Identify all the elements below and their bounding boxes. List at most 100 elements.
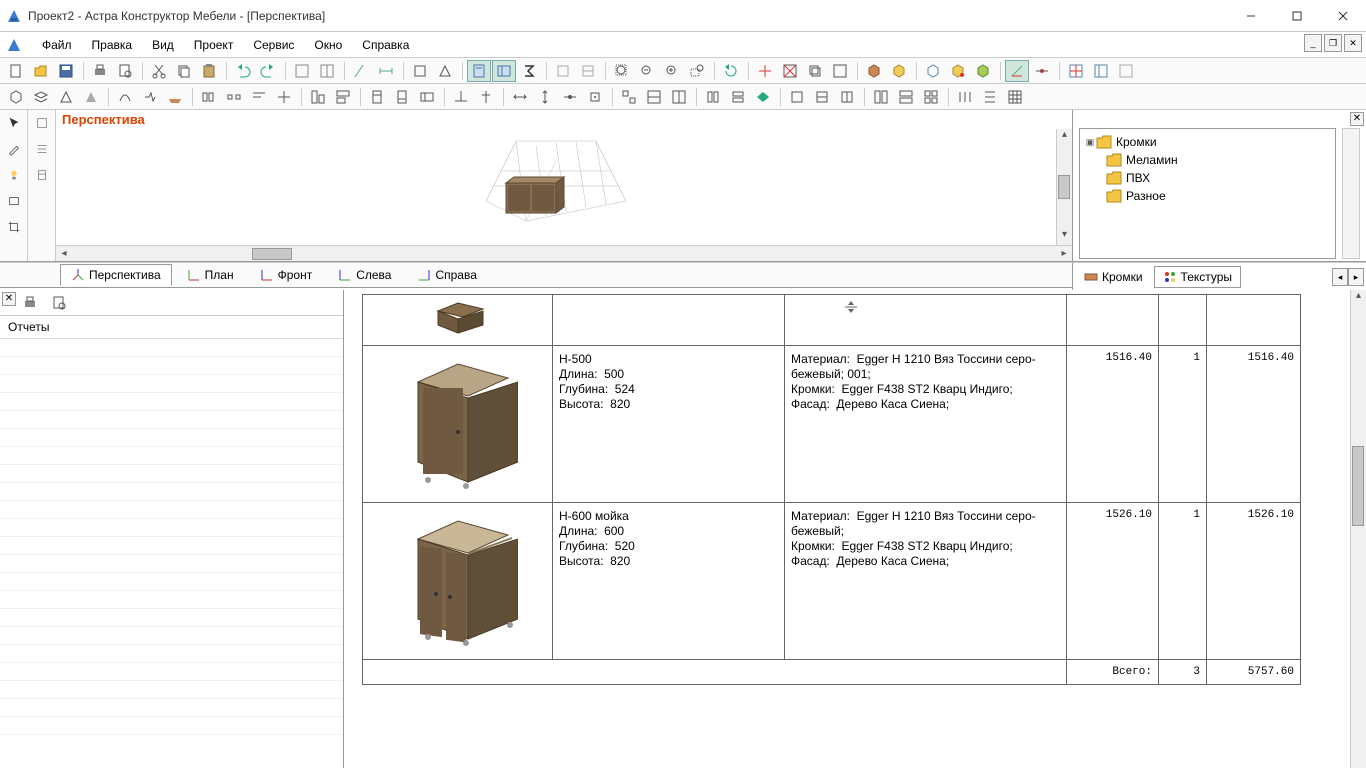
tool9-b-icon[interactable] (810, 86, 834, 108)
vscroll-thumb[interactable] (1352, 446, 1364, 526)
tool4-b-icon[interactable] (390, 86, 414, 108)
tree-item[interactable]: Меламин (1084, 151, 1331, 169)
tool9-a-icon[interactable] (785, 86, 809, 108)
menu-help[interactable]: Справка (352, 35, 419, 55)
tool-dim2-icon[interactable] (374, 60, 398, 82)
report-preview-icon[interactable] (47, 292, 71, 314)
tree-root[interactable]: ▣ Кромки (1084, 133, 1331, 151)
rect-tool-icon[interactable] (2, 189, 26, 213)
align-h3-icon[interactable] (247, 86, 271, 108)
scroll-up-icon[interactable]: ▴ (1057, 129, 1072, 145)
tool5-b-icon[interactable] (474, 86, 498, 108)
scroll-right-icon[interactable]: ▸ (1056, 248, 1072, 259)
edit-tool-icon[interactable] (2, 137, 26, 161)
tool3-a-icon[interactable] (306, 86, 330, 108)
tool7-c-icon[interactable] (667, 86, 691, 108)
tab-nav-left-icon[interactable]: ◂ (1332, 268, 1348, 286)
tool-grid-blue-icon[interactable] (1089, 60, 1113, 82)
viewport-vscroll[interactable]: ▴ ▾ (1056, 129, 1072, 245)
reports-list[interactable] (0, 339, 343, 768)
panel-close-button[interactable]: ✕ (1350, 112, 1364, 126)
print-preview-icon[interactable] (113, 60, 137, 82)
mdi-restore[interactable]: ❐ (1324, 34, 1342, 52)
tool4-a-icon[interactable] (365, 86, 389, 108)
report-close-button[interactable]: ✕ (2, 292, 16, 306)
tool7-b-icon[interactable] (642, 86, 666, 108)
tool6-b-icon[interactable] (533, 86, 557, 108)
tab-perspective[interactable]: Перспектива (60, 264, 172, 286)
save-icon[interactable] (54, 60, 78, 82)
menu-window[interactable]: Окно (304, 35, 352, 55)
tool-spec1-icon[interactable] (467, 60, 491, 82)
align-h1-icon[interactable] (197, 86, 221, 108)
tool-grid-red-icon[interactable] (1064, 60, 1088, 82)
tool-snap-icon[interactable] (1030, 60, 1054, 82)
tab-front[interactable]: Фронт (249, 264, 324, 286)
tab-textures[interactable]: Текстуры (1154, 266, 1242, 288)
redo-icon[interactable] (256, 60, 280, 82)
report-vscroll[interactable]: ▴ ▾ (1350, 290, 1366, 768)
tool6-a-icon[interactable] (508, 86, 532, 108)
tab-nav-right-icon[interactable]: ▸ (1348, 268, 1364, 286)
tool8-b-icon[interactable] (726, 86, 750, 108)
tool2-layer-icon[interactable] (29, 86, 53, 108)
zoom-out-icon[interactable] (635, 60, 659, 82)
scroll-up-icon[interactable]: ▴ (1351, 290, 1366, 306)
tool2-tri-icon[interactable] (79, 86, 103, 108)
menu-edit[interactable]: Правка (82, 35, 143, 55)
tool6-c-icon[interactable] (558, 86, 582, 108)
menu-view[interactable]: Вид (142, 35, 184, 55)
vscroll-thumb[interactable] (1058, 175, 1070, 199)
tool2-path2-icon[interactable] (138, 86, 162, 108)
tool11-b-icon[interactable] (978, 86, 1002, 108)
viewport-3d[interactable] (56, 129, 1056, 245)
tool2-ship-icon[interactable] (163, 86, 187, 108)
tool10-c-icon[interactable] (919, 86, 943, 108)
tool-cubes2-icon[interactable] (946, 60, 970, 82)
zoom-window-icon[interactable] (685, 60, 709, 82)
tree-item[interactable]: Разное (1084, 187, 1331, 205)
tab-plan[interactable]: План (176, 264, 245, 286)
align-h2-icon[interactable] (222, 86, 246, 108)
tab-edges[interactable]: Кромки (1075, 266, 1152, 288)
copy-icon[interactable] (172, 60, 196, 82)
tool-box2-icon[interactable] (433, 60, 457, 82)
tool-cross-icon[interactable] (753, 60, 777, 82)
tool-stack-icon[interactable] (803, 60, 827, 82)
menu-service[interactable]: Сервис (243, 35, 304, 55)
align-h4-icon[interactable] (272, 86, 296, 108)
zoom-extents-icon[interactable] (610, 60, 634, 82)
tool4-c-icon[interactable] (415, 86, 439, 108)
tool-cube1-icon[interactable] (862, 60, 886, 82)
mode3-icon[interactable] (30, 163, 54, 187)
tool11-c-icon[interactable] (1003, 86, 1027, 108)
zoom-in-icon[interactable] (660, 60, 684, 82)
tool2-cone-icon[interactable] (54, 86, 78, 108)
paste-icon[interactable] (197, 60, 221, 82)
mode2-icon[interactable] (30, 137, 54, 161)
refresh-icon[interactable] (719, 60, 743, 82)
maximize-button[interactable] (1274, 0, 1320, 31)
tool10-b-icon[interactable] (894, 86, 918, 108)
tool-axis-icon[interactable] (1005, 60, 1029, 82)
tool-spec2-icon[interactable] (492, 60, 516, 82)
select-tool-icon[interactable] (2, 111, 26, 135)
cut-icon[interactable] (147, 60, 171, 82)
tool2-cube-icon[interactable] (4, 86, 28, 108)
tool-x-icon[interactable] (778, 60, 802, 82)
tool-sq2-icon[interactable] (828, 60, 852, 82)
open-icon[interactable] (29, 60, 53, 82)
tool8-a-icon[interactable] (701, 86, 725, 108)
tool-p1-icon[interactable] (551, 60, 575, 82)
minimize-button[interactable] (1228, 0, 1274, 31)
tool-p2-icon[interactable] (576, 60, 600, 82)
tab-left[interactable]: Слева (327, 264, 402, 286)
tree-item[interactable]: ПВХ (1084, 169, 1331, 187)
hscroll-thumb[interactable] (252, 248, 292, 260)
light-tool-icon[interactable] (2, 163, 26, 187)
crop-tool-icon[interactable] (2, 215, 26, 239)
mdi-close[interactable]: ✕ (1344, 34, 1362, 52)
tool3-b-icon[interactable] (331, 86, 355, 108)
viewport-hscroll[interactable]: ◂ ▸ (56, 245, 1072, 261)
tool-dim1-icon[interactable] (349, 60, 373, 82)
